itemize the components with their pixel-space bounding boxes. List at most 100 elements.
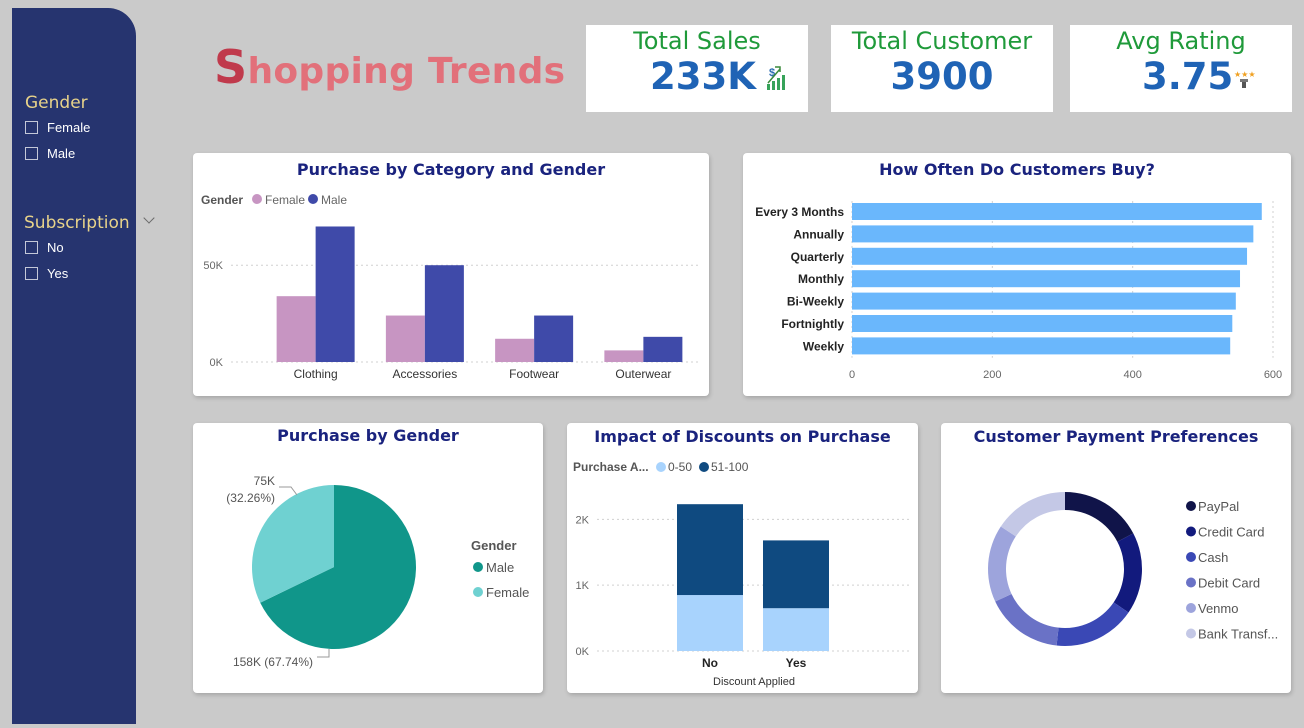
female-slice-value: 75K [254, 474, 275, 488]
kpi-customer-value: 3900 [890, 55, 994, 98]
bar-female [495, 338, 535, 362]
kpi-sales-label: Total Sales [633, 27, 761, 55]
x-tick-label: Accessories [393, 367, 458, 381]
pie-legend-male-marker [473, 562, 483, 572]
legend-female-marker [252, 194, 262, 204]
stacked-bar-segment [677, 504, 743, 596]
gender-option-female[interactable]: Female [25, 120, 90, 135]
y-category-label: Bi-Weekly [787, 295, 844, 309]
gender-slicer-title: Gender [25, 93, 88, 113]
frequency-bar [852, 292, 1236, 310]
yes-option-label: Yes [47, 266, 69, 281]
donut-legend-label: Venmo [1198, 601, 1238, 616]
x-tick-label: Yes [786, 656, 807, 670]
legend-high-marker [699, 462, 709, 472]
donut-legend-label: Bank Transf... [1198, 627, 1278, 642]
y-category-label: Every 3 Months [755, 205, 844, 219]
sales-chart-icon: $ [767, 66, 785, 90]
kpi-avg-rating: Avg Rating 3.75 ★★★ [1070, 25, 1292, 112]
category-gender-card: Purchase by Category and Gender Gender F… [193, 153, 709, 396]
legend-low-label: 0-50 [668, 460, 692, 474]
frequency-bar [852, 270, 1241, 288]
no-checkbox[interactable] [25, 241, 38, 254]
discount-card: Impact of Discounts on Purchase Purchase… [567, 423, 918, 693]
legend-male-label: Male [321, 193, 347, 207]
frequency-bar [852, 247, 1248, 265]
female-checkbox[interactable] [25, 121, 38, 134]
subscription-option-yes[interactable]: Yes [25, 266, 68, 281]
page-title: Shopping Trends [214, 40, 565, 94]
donut-legend-label: PayPal [1198, 499, 1239, 514]
donut-legend-marker [1186, 501, 1196, 511]
donut-slice [1113, 533, 1142, 613]
donut-legend-marker [1186, 628, 1196, 639]
discount-legend-title: Purchase A... [573, 460, 649, 474]
no-option-label: No [47, 240, 64, 255]
donut-legend-marker [1186, 603, 1196, 613]
male-slice-label: 158K (67.74%) [233, 655, 313, 669]
kpi-customer-label: Total Customer [851, 27, 1033, 55]
kpi-total-customer: Total Customer 3900 [831, 25, 1053, 112]
female-slice-pct: (32.26%) [226, 491, 275, 505]
frequency-bar [852, 203, 1262, 220]
category-gender-chart: Gender Female Male 0K 50K Clothing Accessor… [201, 193, 698, 381]
kpi-sales-value: 233K [650, 55, 756, 98]
male-checkbox[interactable] [25, 147, 38, 160]
stacked-bar-segment [677, 595, 743, 651]
frequency-card: How Often Do Customers Buy? 0 200 400 600 Ev… [743, 153, 1291, 396]
bar-female [604, 350, 644, 362]
x-tick-label: Footwear [509, 367, 559, 381]
discount-xlabel: Discount Applied [713, 676, 795, 688]
gender-pie-chart: 75K (32.26%) 158K (67.74%) Gender Male F… [226, 474, 529, 669]
kpi-total-sales: Total Sales 233K $ [586, 25, 808, 112]
kpi-rating-value: 3.75 [1142, 55, 1234, 98]
x-tick-label: Clothing [294, 367, 338, 381]
donut-legend-label: Cash [1198, 550, 1228, 565]
bar-male [643, 336, 683, 362]
donut-legend-marker [1186, 526, 1196, 537]
stacked-bar-segment [763, 540, 829, 609]
bar-female [385, 315, 425, 362]
payment-card: Customer Payment Preferences PayPal Credi… [941, 423, 1291, 693]
subscription-option-no[interactable]: No [25, 240, 64, 255]
gender-pie-legend-title: Gender [471, 538, 517, 553]
donut-slice [1056, 602, 1129, 646]
donut-legend-label: Debit Card [1198, 576, 1260, 591]
donut-legend-marker [1186, 577, 1196, 588]
x-tick-label: No [702, 656, 718, 670]
donut-legend-marker [1186, 552, 1196, 562]
yes-checkbox[interactable] [25, 267, 38, 280]
legend-male-marker [308, 194, 318, 204]
svg-text:★★★: ★★★ [1234, 70, 1256, 79]
y-tick-label: 50K [203, 260, 223, 272]
bar-male [315, 226, 355, 362]
category-legend-title: Gender [201, 193, 243, 207]
discount-chart: Purchase A... 0-50 51-100 Discount Appli… [573, 460, 909, 688]
frequency-bar [852, 225, 1254, 243]
pie-legend-female-marker [473, 587, 483, 597]
y-category-label: Monthly [798, 272, 844, 286]
donut-slice [995, 593, 1059, 646]
bar-female [276, 296, 316, 362]
donut-legend-label: Credit Card [1198, 525, 1264, 540]
x-tick-label: 400 [1123, 369, 1141, 381]
male-option-label: Male [47, 146, 76, 161]
pie-legend-female-label: Female [486, 585, 529, 600]
chevron-down-icon[interactable] [143, 212, 155, 224]
y-tick-label: 0K [210, 357, 224, 369]
frequency-bar [852, 337, 1231, 355]
y-tick-label: 2K [576, 514, 590, 526]
y-tick-label: 1K [576, 580, 590, 592]
payment-chart: PayPal Credit Card Cash Debit Card Venmo Bank… [988, 492, 1278, 646]
label-text: hopping Trends [247, 51, 566, 92]
gender-option-male[interactable]: Male [25, 146, 75, 161]
label-text: S [214, 40, 248, 94]
x-tick-label: 200 [983, 369, 1001, 381]
star-rating-icon: ★★★ [1234, 70, 1256, 88]
donut-slice [1000, 492, 1065, 537]
legend-low-marker [656, 462, 666, 472]
bar-male [534, 315, 574, 362]
y-category-label: Quarterly [791, 250, 845, 264]
y-category-label: Fortnightly [781, 317, 844, 331]
frequency-bar [852, 315, 1233, 332]
